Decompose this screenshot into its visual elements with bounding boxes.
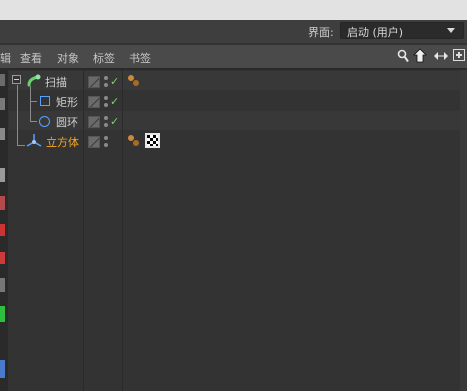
phong-tag-icon[interactable]	[127, 134, 140, 147]
chevron-down-icon	[447, 28, 455, 33]
collapse-toggle[interactable]	[12, 75, 21, 84]
search-icon[interactable]	[397, 49, 409, 63]
object-name-rectangle[interactable]: 矩形	[56, 94, 78, 110]
tool-icon[interactable]	[0, 74, 5, 86]
tool-icon[interactable]	[0, 360, 5, 378]
layer-box[interactable]	[88, 116, 100, 128]
arrows-lr-icon[interactable]	[433, 50, 449, 62]
tool-icon[interactable]	[0, 128, 5, 140]
tool-icon[interactable]	[0, 98, 5, 110]
tool-icon[interactable]	[0, 224, 5, 236]
visibility-dots[interactable]	[103, 136, 109, 148]
menu-bookmarks[interactable]: 书签	[129, 50, 151, 66]
enabled-check-icon[interactable]: ✓	[110, 115, 119, 128]
menu-view[interactable]: 查看	[20, 50, 42, 66]
tree-line	[30, 101, 37, 102]
visibility-dots[interactable]	[103, 76, 109, 88]
tool-icon[interactable]	[0, 196, 5, 210]
enabled-check-icon[interactable]: ✓	[110, 95, 119, 108]
object-name-sweep[interactable]: 扫描	[45, 74, 67, 90]
column-divider	[83, 70, 84, 391]
visibility-dots[interactable]	[103, 96, 109, 108]
divider	[0, 68, 467, 70]
cube-icon	[26, 134, 42, 147]
layer-box[interactable]	[88, 136, 100, 148]
tree-line	[17, 145, 25, 146]
window-top-strip	[0, 0, 467, 20]
tool-icon[interactable]	[0, 306, 5, 322]
tool-icon[interactable]	[0, 252, 5, 264]
layout-bar: 界面: 启动 (用户)	[0, 20, 467, 43]
circle-icon	[39, 116, 50, 127]
tree-line	[30, 86, 31, 122]
tree-line	[30, 121, 37, 122]
rectangle-icon	[40, 96, 50, 106]
left-tool-strip	[0, 70, 8, 391]
menu-edit[interactable]: 辑	[0, 50, 11, 66]
scrollbar-track[interactable]	[460, 70, 467, 391]
object-manager-menubar: 辑 查看 对象 标签 书签	[0, 45, 467, 68]
object-name-cube[interactable]: 立方体	[46, 134, 79, 150]
menu-objects[interactable]: 对象	[57, 50, 79, 66]
object-name-circle[interactable]: 圆环	[56, 114, 78, 130]
enabled-check-icon[interactable]: ✓	[110, 75, 119, 88]
tool-icon[interactable]	[0, 168, 5, 182]
checker-material-icon[interactable]	[145, 133, 160, 148]
column-divider	[122, 70, 123, 391]
layout-label: 界面:	[308, 26, 334, 39]
tool-icon[interactable]	[0, 278, 5, 292]
sweep-icon	[27, 74, 41, 87]
list-row-bg	[9, 71, 460, 90]
layout-dropdown[interactable]: 启动 (用户)	[340, 22, 464, 39]
add-panel-icon[interactable]	[453, 49, 465, 61]
visibility-dots[interactable]	[103, 116, 109, 128]
home-icon[interactable]	[413, 48, 427, 63]
layer-box[interactable]	[88, 76, 100, 88]
layout-dropdown-value: 启动 (用户)	[347, 26, 404, 39]
menu-tags[interactable]: 标签	[93, 50, 115, 66]
tree-line	[17, 85, 18, 145]
layer-box[interactable]	[88, 96, 100, 108]
phong-tag-icon[interactable]	[127, 74, 140, 87]
